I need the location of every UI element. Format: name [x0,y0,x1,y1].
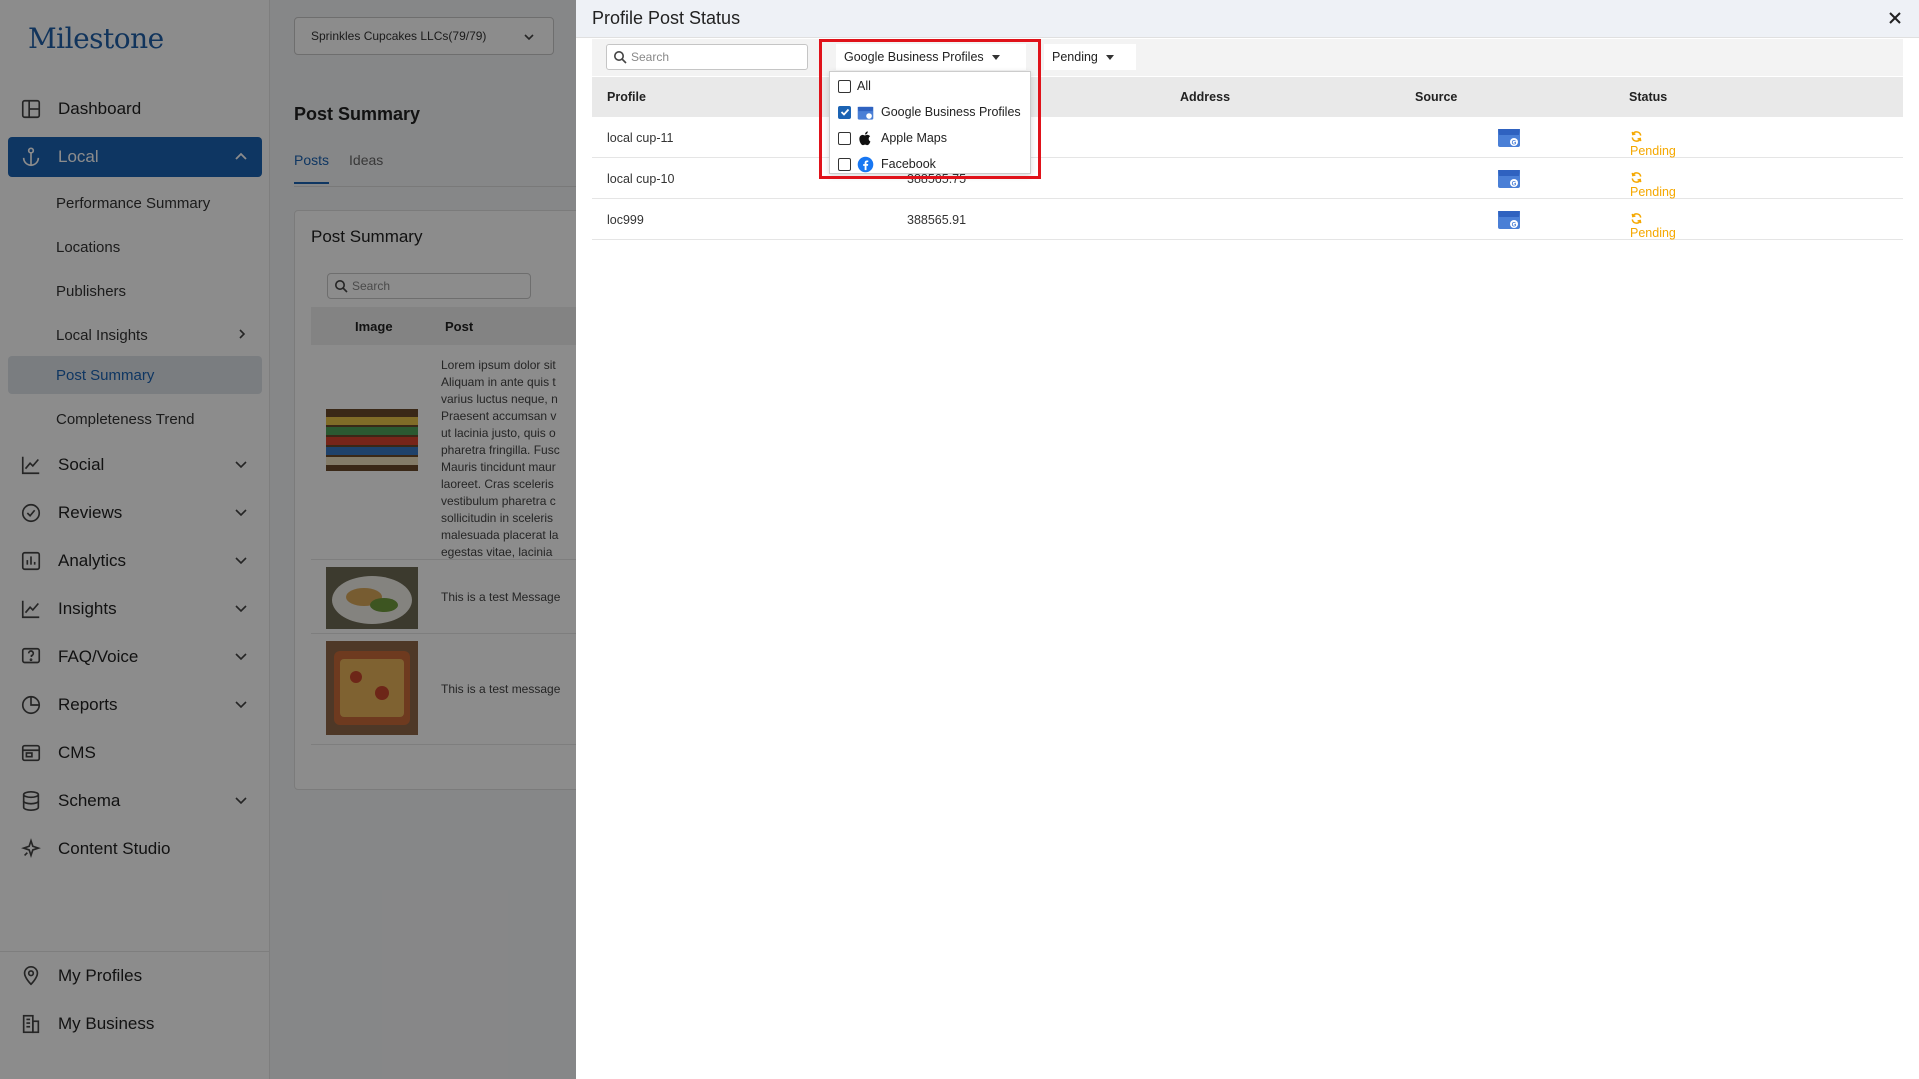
checkbox[interactable] [838,131,851,145]
google-business-icon [857,106,874,120]
svg-text:G: G [1512,141,1517,147]
option-label: Facebook [881,157,936,171]
apple-icon [859,130,871,145]
status-filter-value: Pending [1052,50,1098,64]
status-badge: Pending [1630,171,1676,199]
drawer-header: Profile Post Status [576,0,1919,38]
svg-text:G: G [1512,223,1517,229]
status-text: Pending [1630,185,1676,199]
checkbox-checked[interactable] [838,105,851,119]
caret-down-icon [1105,54,1114,60]
column-header-source: Source [1415,90,1458,104]
google-business-icon: G [1498,170,1520,188]
option-label: Apple Maps [881,131,948,145]
source-option-facebook[interactable]: Facebook [838,154,936,174]
column-header-status: Status [1629,90,1668,104]
source-filter-value: Google Business Profiles [844,50,984,64]
source-option-apple-maps[interactable]: Apple Maps [838,128,947,148]
table-row[interactable]: local cup-10 388565.75 G Pending [592,158,1903,199]
search-placeholder: Search [631,50,670,64]
profile-search-input[interactable]: Search [606,44,808,70]
source-option-google-business-profiles[interactable]: Google Business Profiles [838,102,1021,122]
table-header: Profile Address Source Status [592,77,1903,117]
profile-name: local cup-11 [607,131,674,145]
checkbox[interactable] [838,79,851,93]
drawer-title: Profile Post Status [592,8,741,28]
option-label: Google Business Profiles [881,105,1021,119]
source-filter-dropdown[interactable]: Google Business Profiles [836,44,1026,70]
table-row[interactable]: loc999 388565.91 G Pending [592,199,1903,240]
source-option-all[interactable]: All [838,76,871,96]
profile-name: loc999 [607,213,644,227]
caret-down-icon [991,54,1000,60]
status-filter-dropdown[interactable]: Pending [1044,44,1136,70]
table-row[interactable]: local cup-11 G Pending [592,117,1903,158]
close-icon[interactable] [1887,10,1903,26]
google-business-icon: G [1498,129,1520,147]
search-icon [614,51,627,64]
status-badge: Pending [1630,212,1676,240]
status-badge: Pending [1630,130,1676,158]
column-header-address: Address [1180,90,1231,104]
profile-name: local cup-10 [607,172,675,186]
sync-icon [1631,172,1642,183]
profile-post-status-drawer: Profile Post Status Search Google Busine… [576,0,1919,1079]
status-text: Pending [1630,226,1676,240]
option-label: All [857,79,871,93]
google-business-icon: G [1498,211,1520,229]
sync-icon [1631,131,1642,142]
status-text: Pending [1630,144,1676,158]
checkbox[interactable] [838,157,851,171]
row-address: 388565.91 [907,213,967,227]
sync-icon [1631,213,1642,224]
source-filter-menu: All Google Business Profiles Apple Maps … [829,71,1031,174]
row-address: 388565.75 [907,172,967,186]
column-header-profile: Profile [607,90,646,104]
svg-text:G: G [1512,182,1517,188]
checkmark-icon [840,108,849,116]
filter-bar: Search Google Business Profiles Pending [592,39,1903,76]
facebook-icon [857,156,874,172]
